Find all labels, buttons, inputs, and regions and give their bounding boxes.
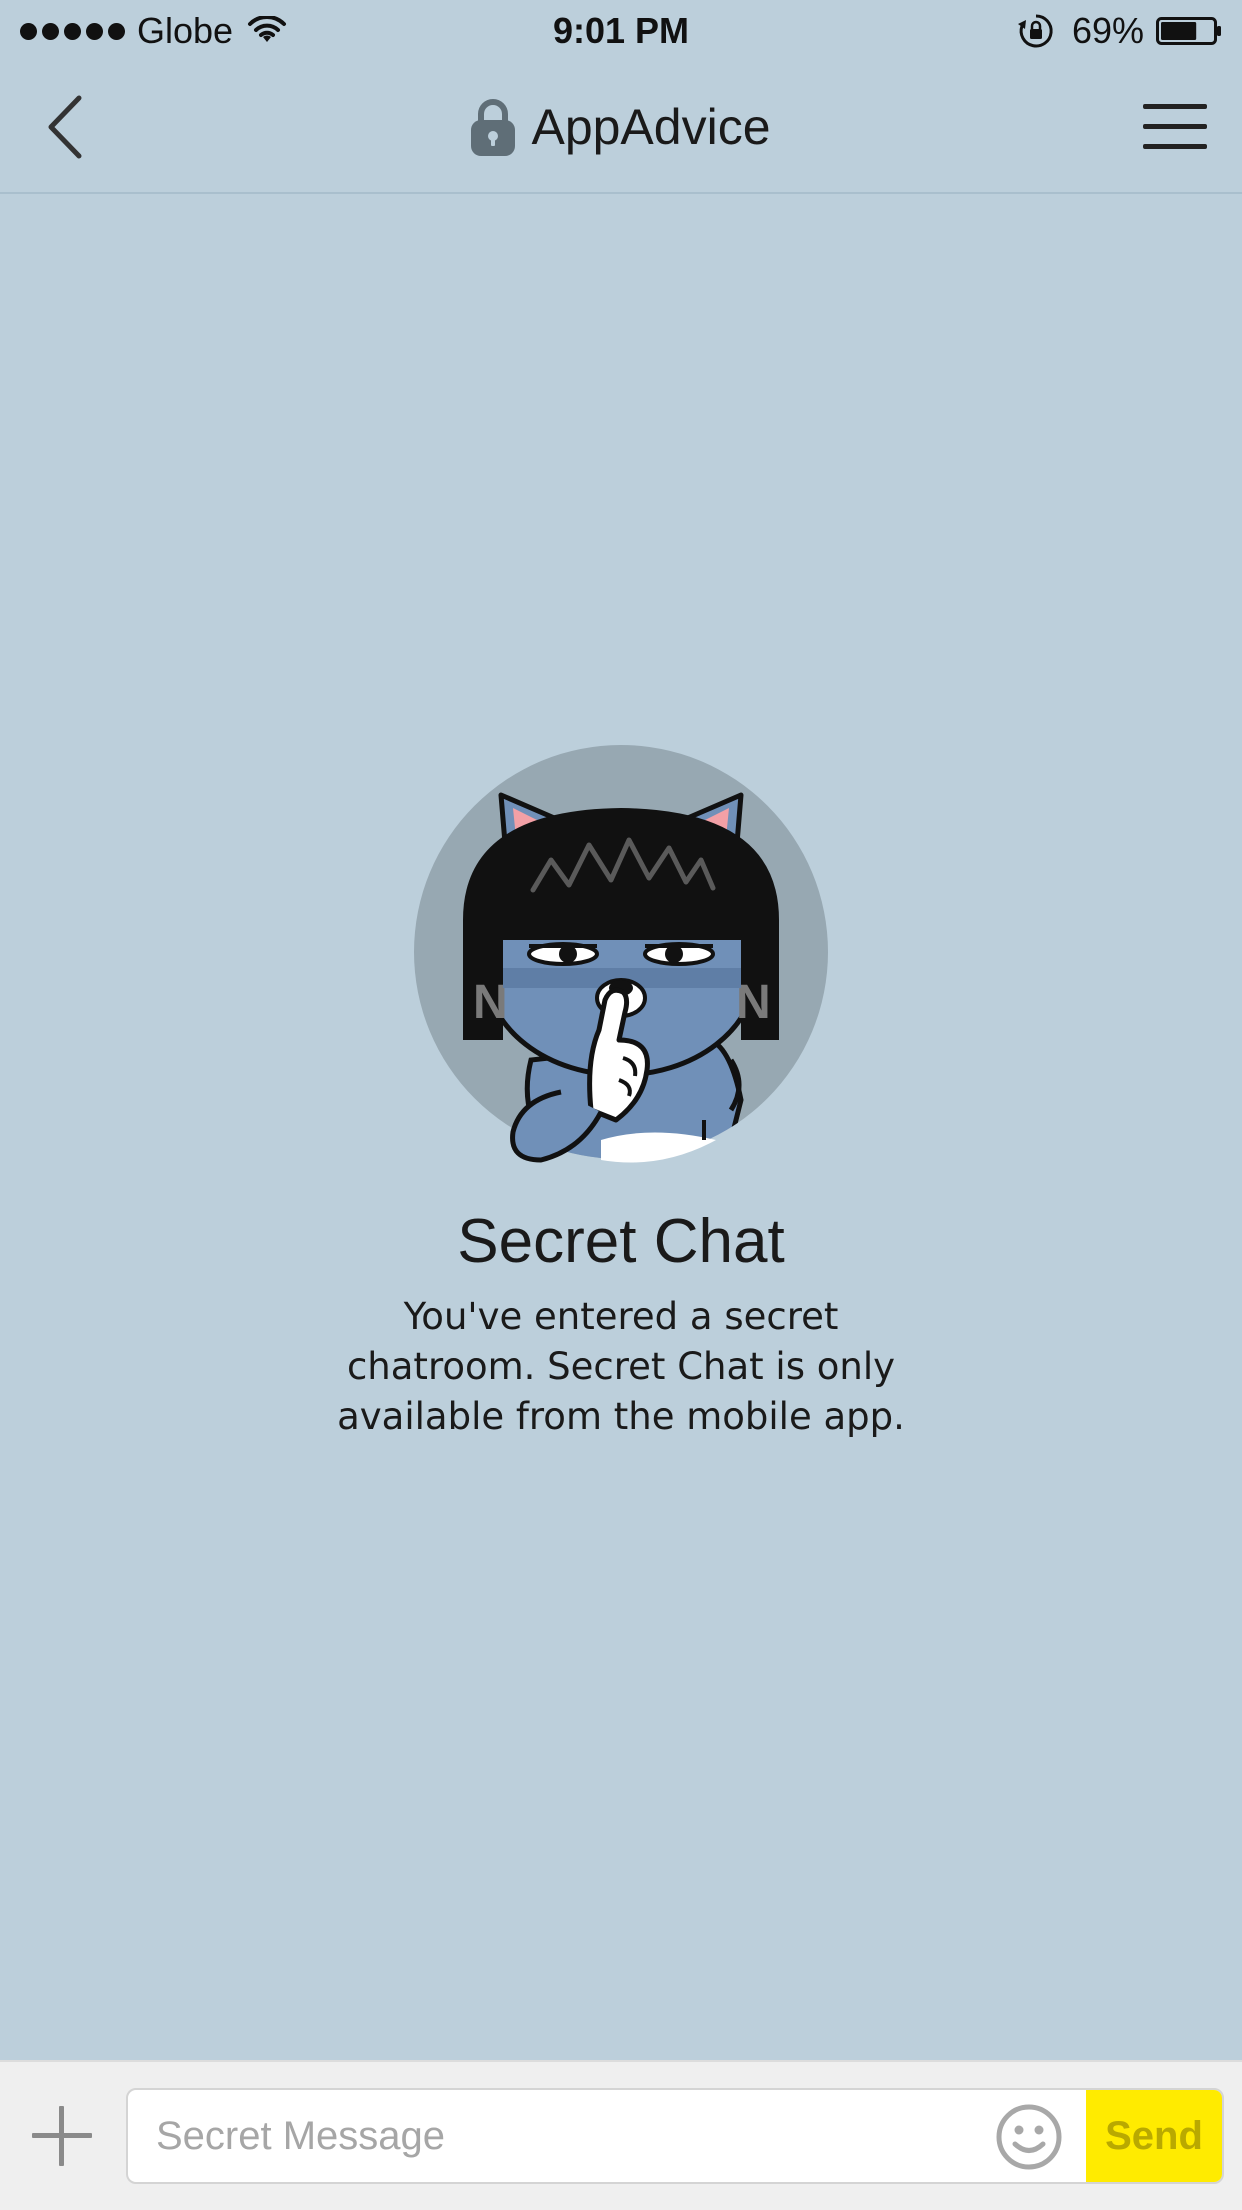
battery-percent: 69% [1071,10,1144,51]
secret-message-input[interactable] [128,2090,968,2182]
status-right: 69% [1017,10,1222,52]
svg-text:N: N [736,976,771,1029]
character-shush-illustration: N N [414,745,828,1163]
lock-icon [471,99,516,156]
emoji-button[interactable] [994,2102,1064,2172]
status-bar: Globe 9:01 PM 69% [0,0,1242,62]
nav-title: AppAdvice [0,92,1242,162]
smiley-icon [996,2104,1062,2170]
message-input-bar: Send [0,2060,1242,2210]
svg-text:N: N [473,976,508,1029]
intro-description: You've entered a secret chatroom. Secret… [337,1295,905,1438]
intro-title: Secret Chat [457,1207,785,1276]
attach-plus-button[interactable] [28,2102,96,2170]
send-button[interactable]: Send [1086,2090,1222,2182]
plus-icon [32,2106,92,2166]
message-box: Send [126,2088,1224,2184]
rotation-lock-icon [1017,14,1053,48]
chat-title: AppAdvice [531,99,771,155]
character-avatar: N N [411,740,831,1180]
menu-button[interactable] [1140,92,1210,162]
hamburger-menu-icon [1143,104,1207,149]
battery-icon [1156,17,1221,45]
secret-chat-intro: N N Secret Chat You've entered a secret … [0,740,1242,1442]
nav-bar: AppAdvice [0,62,1242,194]
